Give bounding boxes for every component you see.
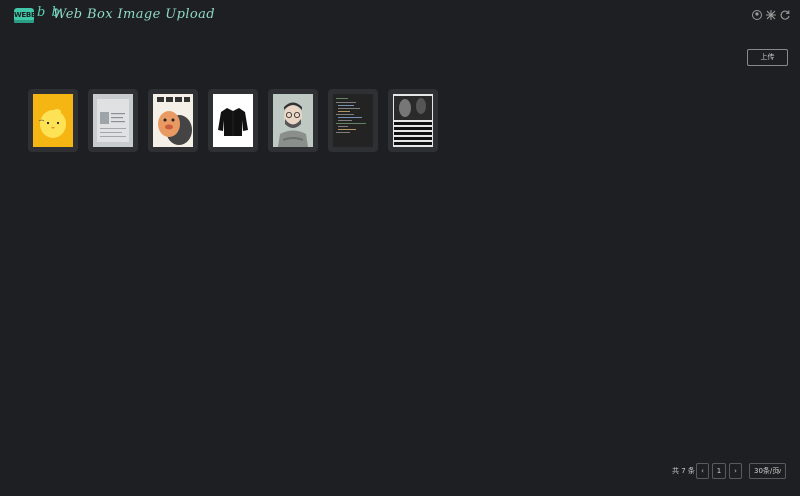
image-thumbnail[interactable] [148, 89, 198, 152]
yellow-chick-image [33, 94, 73, 147]
app-header: WEBB b b Web Box Image Upload [0, 0, 800, 34]
upload-button[interactable]: 上传 [747, 49, 788, 66]
github-icon[interactable] [751, 9, 763, 21]
page-size-select[interactable]: 30条/页 ∨ [749, 463, 786, 479]
bearded-man-image [273, 94, 313, 147]
code-screenshot-image [333, 94, 373, 147]
page-size-value: 30条/页 [754, 467, 780, 475]
pagination-next-button[interactable]: › [729, 463, 742, 479]
refresh-icon[interactable] [779, 9, 791, 21]
cartoon-meme-image [153, 94, 193, 147]
image-thumbnail[interactable] [268, 89, 318, 152]
app-title: Web Box Image Upload [53, 7, 215, 22]
image-gallery [28, 89, 438, 152]
image-thumbnail[interactable] [328, 89, 378, 152]
pagination-total: 共 7 条 [672, 467, 695, 475]
image-thumbnail[interactable] [208, 89, 258, 152]
black-jacket-image [213, 94, 253, 147]
pagination-prev-button[interactable]: ‹ [696, 463, 709, 479]
pagination-page-1[interactable]: 1 [712, 463, 726, 479]
image-thumbnail[interactable] [388, 89, 438, 152]
chevron-down-icon: ∨ [776, 467, 782, 475]
image-thumbnail[interactable] [88, 89, 138, 152]
black-white-collage-image [393, 94, 433, 147]
document-scan-image [93, 94, 133, 147]
image-thumbnail[interactable] [28, 89, 78, 152]
logo-underline [14, 20, 34, 23]
settings-icon[interactable] [765, 9, 777, 21]
